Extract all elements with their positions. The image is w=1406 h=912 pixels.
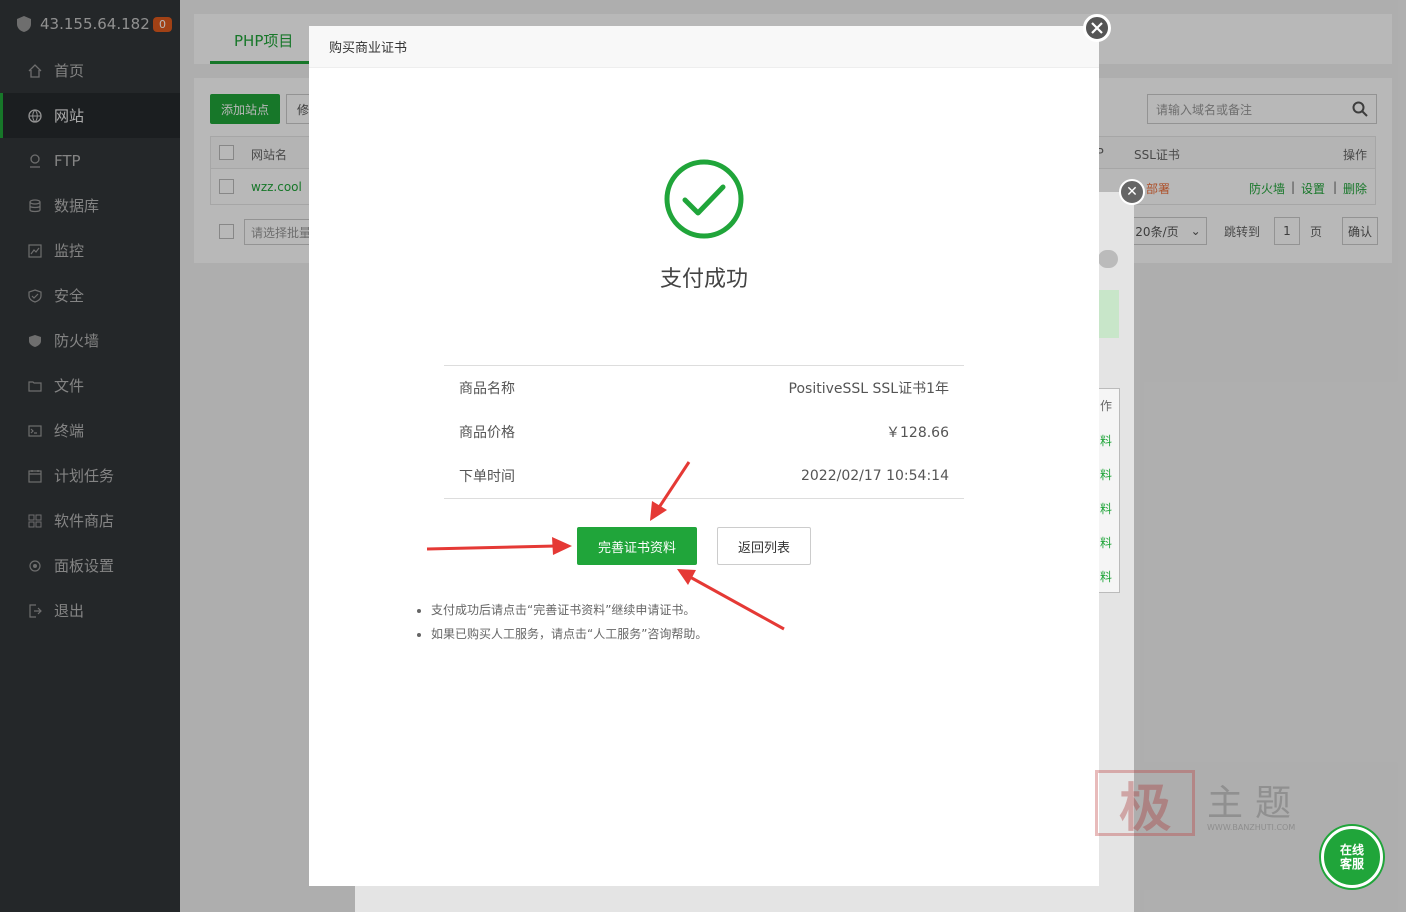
help-notes: 支付成功后请点击“完善证书资料”继续申请证书。 如果已购买人工服务，请点击“人工… [413,598,707,646]
order-row-product: 商品名称 PositiveSSL SSL证书1年 [444,366,964,410]
modal-close-icon[interactable] [1083,14,1111,42]
online-support-button[interactable]: 在线 客服 [1321,826,1383,888]
secondary-side-link[interactable]: 料 [1100,432,1112,449]
secondary-side-link[interactable]: 料 [1100,500,1112,517]
secondary-side-link[interactable]: 料 [1100,466,1112,483]
watermark-url: WWW.BANZHUTI.COM [1207,823,1296,832]
order-row-price: 商品价格 ￥128.66 [444,410,964,454]
secondary-green-block [1098,290,1119,338]
modal-title: 购买商业证书 [309,26,1099,68]
chat-line1: 在线 [1339,843,1364,857]
chat-line2: 客服 [1339,857,1364,871]
order-value: PositiveSSL SSL证书1年 [788,381,949,397]
back-to-list-button[interactable]: 返回列表 [717,527,811,565]
order-row-time: 下单时间 2022/02/17 10:54:14 [444,454,964,498]
order-info-table: 商品名称 PositiveSSL SSL证书1年 商品价格 ￥128.66 下单时间… [444,365,964,499]
order-label: 商品名称 [459,381,515,397]
secondary-toggle[interactable] [1098,250,1118,268]
order-value: ￥128.66 [886,425,949,441]
secondary-side-link[interactable]: 料 [1100,534,1112,551]
secondary-side-link[interactable]: 料 [1100,568,1112,585]
purchase-certificate-modal: 购买商业证书 支付成功 商品名称 PositiveSSL SSL证书1年 商品价格… [309,26,1099,886]
order-label: 商品价格 [459,425,515,441]
complete-cert-info-button[interactable]: 完善证书资料 [577,527,697,565]
secondary-side-list: 作 料 料 料 料 料 [1098,388,1120,593]
help-note: 支付成功后请点击“完善证书资料”继续申请证书。 [431,598,707,622]
order-label: 下单时间 [459,469,515,485]
success-check-icon [664,159,744,239]
secondary-close-icon[interactable]: ✕ [1119,179,1145,205]
order-value: 2022/02/17 10:54:14 [800,468,949,484]
watermark-logo: 极 主题 WWW.BANZHUTI.COM [1095,770,1315,839]
watermark-text: 主题 [1207,783,1304,824]
secondary-side-label: 作 [1100,399,1113,413]
help-note: 如果已购买人工服务，请点击“人工服务”咨询帮助。 [431,622,707,646]
watermark-stamp: 极 [1095,770,1195,839]
payment-success-title: 支付成功 [659,267,748,292]
